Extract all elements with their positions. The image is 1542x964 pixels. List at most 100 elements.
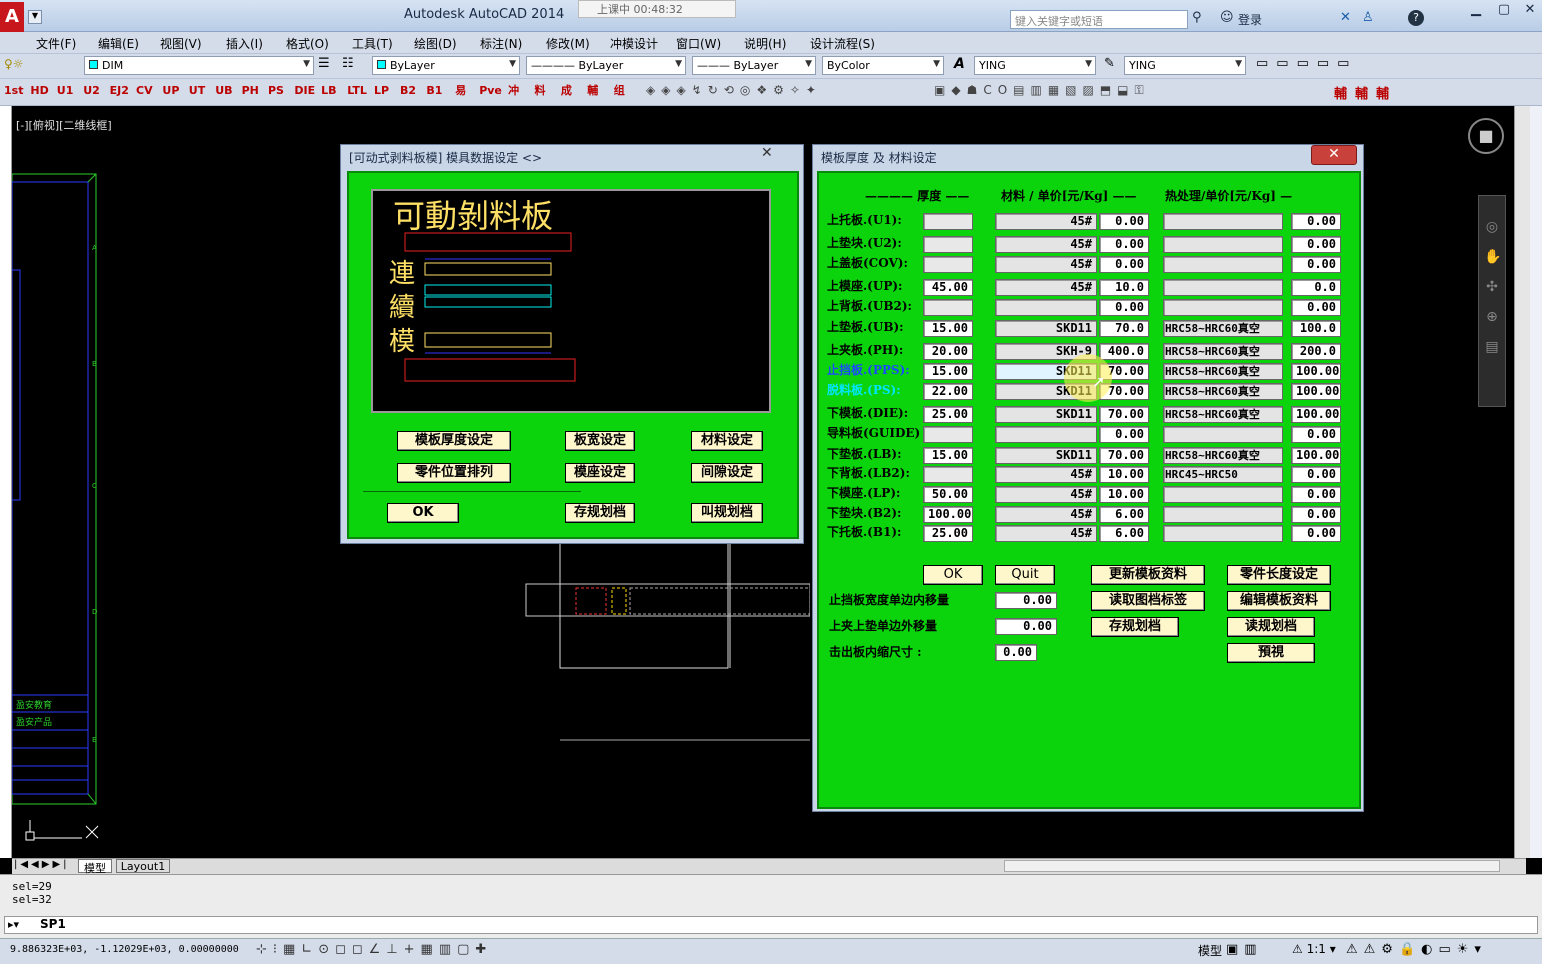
toolbar-icon[interactable]: B1: [426, 83, 442, 99]
heat-price-input[interactable]: 0.00: [1291, 486, 1341, 503]
toolbar-icon[interactable]: UT: [189, 83, 205, 99]
material-price-input[interactable]: 0.00: [1099, 426, 1149, 443]
thickness-input[interactable]: 22.00: [923, 383, 973, 400]
quick-access-dropdown-icon[interactable]: ▼: [28, 10, 42, 24]
material-input[interactable]: SKD11: [995, 406, 1097, 423]
tab-model[interactable]: 模型: [78, 859, 112, 875]
heat-treatment-input[interactable]: HRC58~HRC60真空: [1163, 447, 1283, 464]
thickness-input[interactable]: [923, 299, 973, 316]
menu-item[interactable]: 绘图(D): [414, 35, 457, 52]
annotation-scale[interactable]: ⚠ 1:1 ▾: [1292, 942, 1336, 956]
menu-item[interactable]: 插入(I): [226, 35, 263, 52]
read-spec-button[interactable]: 读规划档: [1227, 617, 1315, 637]
thickness-input[interactable]: 15.00: [923, 363, 973, 380]
thickness-input[interactable]: [923, 466, 973, 483]
material-price-input[interactable]: 0.00: [1099, 213, 1149, 230]
read-tag-button[interactable]: 读取图档标签: [1091, 591, 1205, 611]
heat-treatment-input[interactable]: HRC45~HRC50: [1163, 466, 1283, 483]
heat-treatment-input[interactable]: [1163, 486, 1283, 503]
part-length-button[interactable]: 零件长度设定: [1227, 565, 1331, 585]
quit-button[interactable]: Quit: [995, 565, 1055, 585]
menu-item[interactable]: 设计流程(S): [810, 35, 875, 52]
clearance-button[interactable]: 间隙设定: [691, 463, 763, 483]
vertical-scrollbar[interactable]: [1514, 106, 1530, 858]
status-tools-icon[interactable]: ⚠⚠⚙🔒◐▭☀▾: [1346, 942, 1487, 957]
toolbar-icon[interactable]: HD: [30, 83, 48, 99]
material-price-input[interactable]: 10.00: [1099, 486, 1149, 503]
thickness-input[interactable]: 45.00: [923, 279, 973, 296]
material-price-input[interactable]: 0.00: [1099, 236, 1149, 253]
heat-price-input[interactable]: 0.00: [1291, 506, 1341, 523]
a360-icon[interactable]: ♙: [1362, 10, 1374, 25]
material-price-input[interactable]: 6.00: [1099, 506, 1149, 523]
command-input[interactable]: [4, 916, 1538, 934]
heat-price-input[interactable]: 100.00: [1291, 363, 1341, 380]
toolbar-icon[interactable]: 成: [558, 83, 574, 99]
heat-price-input[interactable]: 0.00: [1291, 466, 1341, 483]
heat-price-input[interactable]: 100.00: [1291, 383, 1341, 400]
close-button[interactable]: ✕: [1311, 145, 1357, 165]
layout-tools-icon[interactable]: ▭▭▭▭▭: [1256, 56, 1357, 71]
material-price-input[interactable]: 70.00: [1099, 447, 1149, 464]
heat-treatment-input[interactable]: [1163, 236, 1283, 253]
heat-treatment-input[interactable]: HRC58~HRC60真空: [1163, 343, 1283, 360]
material-input[interactable]: 45#: [995, 256, 1097, 273]
clamp-offset-input[interactable]: 0.00: [995, 618, 1057, 635]
heat-treatment-input[interactable]: [1163, 525, 1283, 542]
material-price-input[interactable]: 6.00: [1099, 525, 1149, 542]
material-button[interactable]: 材料设定: [691, 431, 763, 451]
heat-price-input[interactable]: 0.00: [1291, 256, 1341, 273]
tab-layout1[interactable]: Layout1: [116, 859, 170, 873]
menu-item[interactable]: 修改(M): [546, 35, 590, 52]
thickness-input[interactable]: 20.00: [923, 343, 973, 360]
heat-treatment-input[interactable]: HRC58~HRC60真空: [1163, 320, 1283, 337]
material-price-input[interactable]: 70.00: [1099, 406, 1149, 423]
color-dropdown[interactable]: ByLayer ▼: [372, 56, 520, 75]
plate-width-button[interactable]: 板宽设定: [565, 431, 635, 451]
load-spec-button[interactable]: 叫规划档: [691, 503, 763, 523]
material-input[interactable]: [995, 299, 1097, 316]
linetype-dropdown[interactable]: ———— ByLayer ▼: [526, 56, 686, 75]
thickness-input[interactable]: 50.00: [923, 486, 973, 503]
menu-item[interactable]: 说明(H): [744, 35, 786, 52]
menu-item[interactable]: 窗口(W): [676, 35, 721, 52]
save-spec-button[interactable]: 存规划档: [1091, 617, 1179, 637]
toolbar-icon[interactable]: LP: [374, 83, 390, 99]
layer-dropdown[interactable]: DIM ▼: [84, 56, 314, 75]
plotstyle-dropdown[interactable]: ByColor ▼: [822, 56, 944, 75]
toolbar-icon[interactable]: Pve: [479, 83, 502, 99]
part-position-button[interactable]: 零件位置排列: [397, 463, 511, 483]
maximize-button[interactable]: ▢: [1490, 2, 1518, 20]
material-input[interactable]: SKD11: [995, 447, 1097, 464]
thickness-input[interactable]: [923, 213, 973, 230]
heat-price-input[interactable]: 100.00: [1291, 406, 1341, 423]
material-input[interactable]: 45#: [995, 213, 1097, 230]
navigation-tools-icon[interactable]: ◎ ✋ ✣ ⊕ ▤: [1484, 212, 1501, 362]
thickness-input[interactable]: [923, 426, 973, 443]
toolbar-icon[interactable]: UP: [162, 83, 179, 99]
material-input[interactable]: 45#: [995, 466, 1097, 483]
ok-button[interactable]: OK: [387, 503, 459, 523]
toolbar-icon[interactable]: 輔: [585, 83, 601, 99]
tab-nav-arrows-icon[interactable]: |◀◀▶▶|: [14, 859, 70, 870]
text-style-icon[interactable]: A: [954, 56, 965, 72]
lineweight-dropdown[interactable]: ——— ByLayer ▼: [692, 56, 816, 75]
edit-plate-data-button[interactable]: 编辑模板资料: [1227, 591, 1331, 611]
material-input[interactable]: 45#: [995, 279, 1097, 296]
toolbar-icon[interactable]: 1st: [4, 83, 23, 99]
menu-item[interactable]: 工具(T): [352, 35, 393, 52]
update-plate-data-button[interactable]: 更新模板资料: [1091, 565, 1205, 585]
heat-price-input[interactable]: 200.0: [1291, 343, 1341, 360]
toolbar-icon[interactable]: PH: [242, 83, 259, 99]
menu-item[interactable]: 标注(N): [480, 35, 522, 52]
menu-item[interactable]: 视图(V): [160, 35, 202, 52]
layer-previous-icon[interactable]: ☷: [342, 56, 354, 71]
toolbar-icon[interactable]: LTL: [347, 83, 367, 99]
stopper-offset-input[interactable]: 0.00: [995, 592, 1057, 609]
heat-price-input[interactable]: 100.00: [1291, 447, 1341, 464]
save-spec-button[interactable]: 存规划档: [565, 503, 635, 523]
misc-tools-icon[interactable]: ▣◆☗CO▤▥▦▧▨⬒⬓⚿: [934, 83, 1150, 98]
text-style-dropdown[interactable]: YING ▼: [974, 56, 1096, 75]
menu-item[interactable]: 文件(F): [36, 35, 76, 52]
thickness-input[interactable]: 100.00: [923, 506, 973, 523]
